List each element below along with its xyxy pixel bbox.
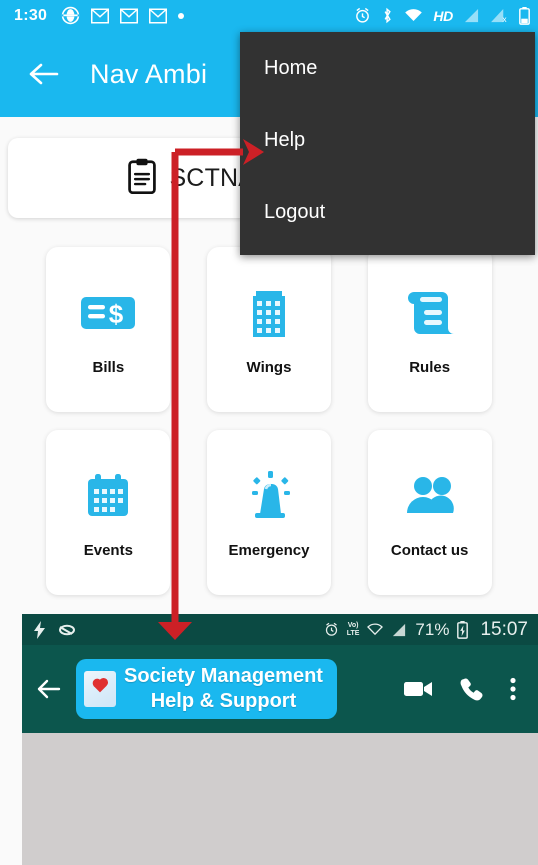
menu-item-home[interactable]: Home	[240, 32, 535, 104]
page-title: Nav Ambi	[90, 58, 208, 89]
dot-indicator-icon	[178, 12, 185, 19]
tile-wings[interactable]: Wings	[206, 247, 331, 412]
whatsapp-status-left-icons	[34, 620, 76, 639]
heart-icon	[93, 679, 107, 693]
whatsapp-chat-header: Society Management Help & Support	[22, 645, 538, 733]
battery-percent: 71%	[415, 619, 450, 639]
phone-screenshot: 1:30 HD x Nav Ambi SCTNAMU1 $ Bills Wing…	[0, 0, 538, 865]
contact-name-line2: Help & Support	[150, 690, 297, 712]
tile-emergency[interactable]: Emergency	[206, 430, 331, 595]
tile-label: Events	[83, 542, 133, 559]
status-system-icons: HD x	[354, 6, 530, 25]
wifi-icon	[404, 8, 423, 23]
flash-icon	[34, 620, 46, 639]
vpn-icon	[58, 623, 76, 637]
svg-text:$: $	[109, 299, 124, 329]
hd-icon: HD	[433, 7, 453, 24]
tile-events[interactable]: Events	[46, 430, 171, 595]
whatsapp-status-right-icons: Vo) LTE 71% 15:07	[324, 619, 528, 641]
whatsapp-screenshot: Vo) LTE 71% 15:07 Society Management Hel…	[22, 614, 538, 865]
money-check-dollar-icon: $	[79, 283, 137, 343]
gmail-icon	[120, 8, 139, 24]
wifi-icon	[367, 623, 384, 636]
tile-rules[interactable]: Rules	[367, 247, 492, 412]
status-clock: 1:30	[14, 6, 48, 24]
tile-bills[interactable]: $ Bills	[46, 247, 171, 412]
signal-no-service-icon: x	[490, 8, 509, 23]
people-group-icon	[401, 466, 459, 526]
signal-icon	[463, 8, 480, 23]
volte-line2: LTE	[346, 629, 360, 637]
whatsapp-contact-name: Society Management Help & Support	[124, 664, 323, 714]
alarm-icon	[354, 7, 371, 24]
tile-label: Bills	[92, 359, 125, 376]
overflow-menu-icon[interactable]	[510, 677, 516, 701]
avatar[interactable]	[84, 671, 116, 707]
volte-icon: Vo) LTE	[347, 622, 360, 637]
whatsapp-contact-block[interactable]: Society Management Help & Support	[76, 659, 337, 719]
calendar-icon	[83, 466, 133, 526]
tile-label: Rules	[409, 359, 451, 376]
gmail-icon	[149, 8, 168, 24]
battery-icon	[519, 6, 530, 25]
overflow-menu[interactable]: Home Help Logout	[240, 32, 535, 255]
arrow-left-icon[interactable]	[26, 56, 62, 92]
whatsapp-chat-body	[22, 733, 538, 865]
whatsapp-header-actions	[403, 677, 538, 702]
tile-label: Wings	[246, 359, 292, 376]
signal-icon	[391, 623, 407, 637]
battery-charging-icon	[457, 620, 469, 639]
contact-name-line1: Society Management	[124, 665, 323, 687]
whatsapp-clock: 15:07	[480, 618, 528, 640]
whatsapp-status-bar: Vo) LTE 71% 15:07	[22, 614, 538, 645]
gmail-icon	[91, 8, 110, 24]
menu-item-logout[interactable]: Logout	[240, 176, 535, 248]
svg-text:x: x	[502, 14, 507, 23]
clipboard-icon	[127, 158, 157, 199]
opera-mini-icon	[61, 6, 80, 25]
building-icon	[247, 283, 291, 343]
feature-grid: $ Bills Wings Rules Events Emergency Con…	[0, 247, 538, 595]
alarm-icon	[324, 622, 339, 637]
voice-call-icon[interactable]	[459, 677, 484, 702]
status-notification-icons	[61, 6, 185, 25]
tile-label: Contact us	[390, 542, 469, 559]
tile-label: Emergency	[228, 542, 310, 559]
video-call-icon[interactable]	[403, 678, 433, 700]
menu-item-help[interactable]: Help	[240, 104, 535, 176]
tile-contact-us[interactable]: Contact us	[367, 430, 492, 595]
scroll-document-icon	[404, 283, 456, 343]
volte-line1: Vo)	[347, 622, 359, 629]
bluetooth-icon	[381, 7, 394, 24]
arrow-left-icon[interactable]	[34, 677, 64, 701]
android-status-bar: 1:30 HD x	[0, 0, 538, 31]
siren-light-icon	[241, 466, 297, 526]
